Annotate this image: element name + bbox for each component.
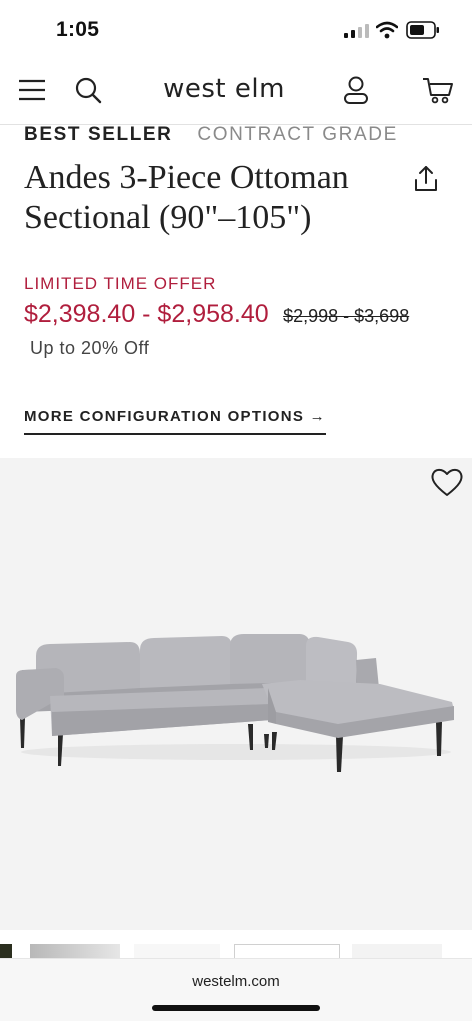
battery-icon (406, 21, 439, 39)
limited-offer-label: LIMITED TIME OFFER (24, 274, 217, 293)
share-icon[interactable] (412, 164, 440, 194)
status-time: 1:05 (56, 18, 100, 41)
original-price: $2,998 - $3,698 (283, 306, 410, 326)
brand-logo[interactable]: west elm (136, 74, 312, 104)
contract-grade-badge: CONTRACT GRADE (197, 124, 398, 145)
browser-url-bar[interactable]: westelm.com (0, 958, 472, 1021)
cart-icon[interactable] (422, 74, 454, 106)
discount-text: Up to 20% Off (30, 338, 150, 358)
product-title: Andes 3-Piece Ottoman Sectional (90"–105… (24, 159, 349, 236)
wifi-icon (376, 21, 398, 39)
home-indicator[interactable] (152, 1005, 320, 1011)
price-row: $2,398.40 - $2,958.40 $2,998 - $3,698 (24, 300, 409, 329)
best-seller-badge: BEST SELLER (24, 124, 173, 145)
heart-icon[interactable] (430, 466, 464, 498)
site-header: west elm (0, 58, 472, 125)
product-image-sofa (16, 634, 454, 772)
search-icon[interactable] (72, 74, 104, 106)
url-text[interactable]: westelm.com (136, 973, 336, 990)
menu-icon[interactable] (16, 74, 48, 106)
thumbnail-strip (0, 930, 472, 961)
product-badges: BEST SELLER CONTRACT GRADE (24, 124, 398, 146)
sale-price: $2,398.40 - $2,958.40 (24, 300, 269, 328)
more-configuration-link[interactable]: MORE CONFIGURATION OPTIONS → (24, 408, 326, 435)
signal-icon (344, 24, 369, 38)
account-icon[interactable] (340, 74, 372, 106)
status-bar: 1:05 (0, 0, 472, 58)
